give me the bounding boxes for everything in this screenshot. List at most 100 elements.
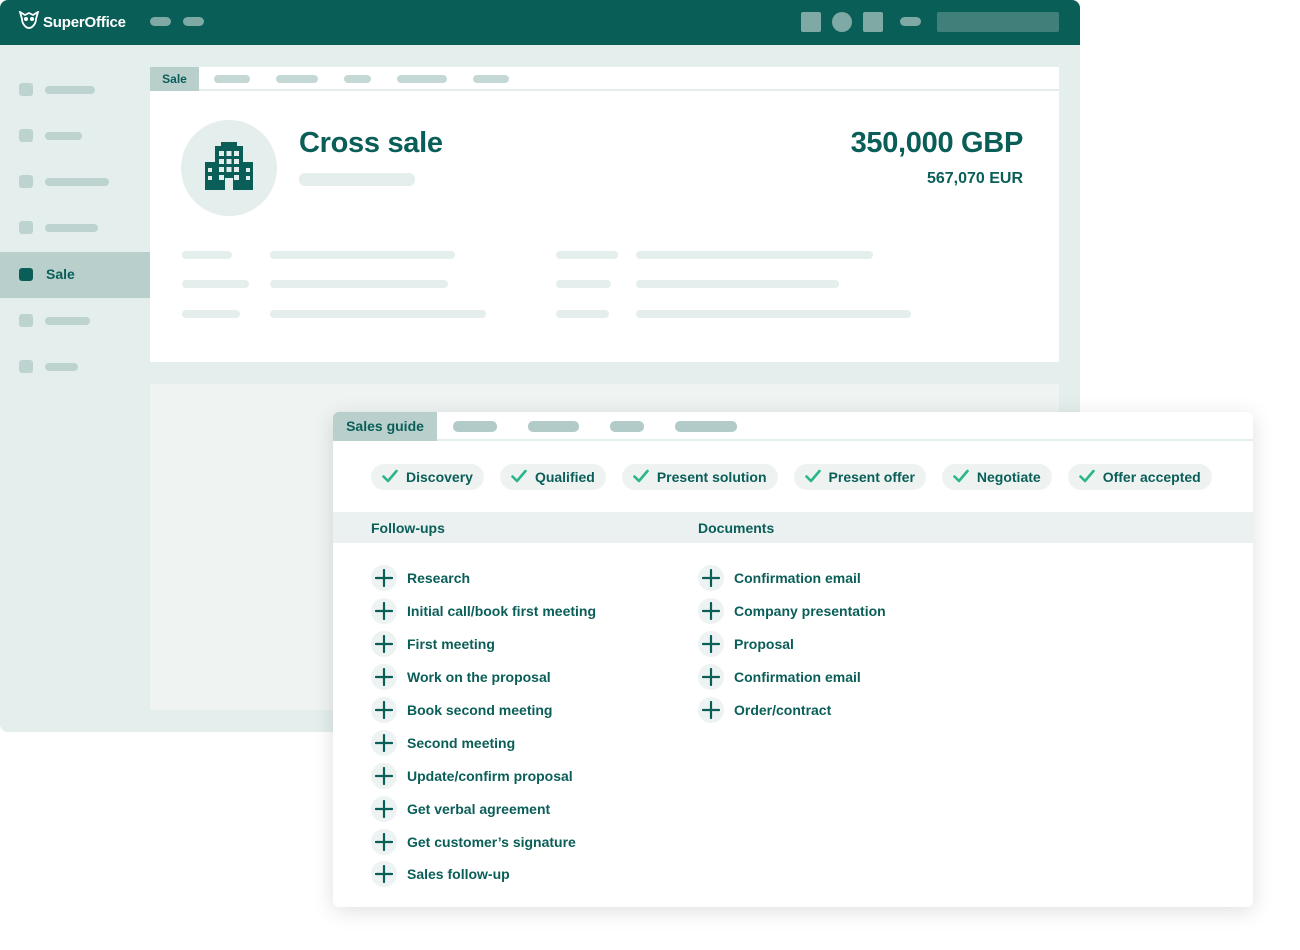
nav-menu-item[interactable] xyxy=(150,17,171,26)
sidebar-item[interactable] xyxy=(0,159,150,205)
tab[interactable] xyxy=(344,75,371,83)
field-label-placeholder xyxy=(556,251,618,259)
toolbar-icon[interactable] xyxy=(863,12,883,32)
stage-chip[interactable]: Negotiate xyxy=(941,464,1052,490)
tab[interactable] xyxy=(610,421,644,432)
add-icon[interactable] xyxy=(371,762,397,789)
followup-item-label: Get customer’s signature xyxy=(407,833,576,850)
add-icon[interactable] xyxy=(698,697,724,723)
add-icon[interactable] xyxy=(371,631,397,658)
followup-item[interactable]: Get customer’s signature xyxy=(371,825,596,858)
add-icon[interactable] xyxy=(371,598,397,625)
sale-tabs: Sale xyxy=(150,67,1059,91)
followup-item-label: Work on the proposal xyxy=(407,669,551,686)
stage-chip[interactable]: Discovery xyxy=(371,464,484,490)
stage-label: Negotiate xyxy=(976,469,1041,485)
add-icon[interactable] xyxy=(698,565,724,592)
document-item-label: Order/contract xyxy=(734,702,832,718)
document-item[interactable]: Confirmation email xyxy=(698,562,886,595)
sidebar-icon xyxy=(19,221,33,234)
add-icon[interactable] xyxy=(371,861,397,888)
field-label-placeholder xyxy=(556,310,609,318)
followup-item[interactable]: Work on the proposal xyxy=(371,661,596,694)
tab[interactable] xyxy=(453,421,497,432)
followup-item[interactable]: Update/confirm proposal xyxy=(371,759,596,792)
sidebar-item-label: Sale xyxy=(46,266,75,282)
sale-card: Sale Cross sale 350,000 GBP 567,070 EUR xyxy=(150,67,1059,362)
tab[interactable] xyxy=(473,75,509,83)
add-icon[interactable] xyxy=(698,598,724,625)
logo-text: SuperOffice xyxy=(43,13,126,31)
search-input[interactable] xyxy=(937,12,1059,32)
building-icon xyxy=(205,142,253,190)
tab[interactable] xyxy=(675,421,737,432)
sidebar-item[interactable] xyxy=(0,344,150,390)
company-avatar xyxy=(181,120,277,216)
field-value-placeholder xyxy=(270,280,448,288)
stage-chip[interactable]: Present offer xyxy=(793,464,926,490)
stage-label: Present solution xyxy=(656,469,767,485)
sidebar-icon xyxy=(19,360,33,373)
followup-item-label: Research xyxy=(407,570,471,587)
nav-menu-item[interactable] xyxy=(183,17,204,26)
add-icon[interactable] xyxy=(371,828,397,855)
sidebar-item-sale[interactable]: Sale xyxy=(0,252,150,298)
followup-item[interactable]: Get verbal agreement xyxy=(371,792,596,825)
document-item[interactable]: Proposal xyxy=(698,628,886,661)
sidebar-item-label xyxy=(45,224,98,232)
toolbar-icon[interactable] xyxy=(900,17,921,26)
add-icon[interactable] xyxy=(371,697,397,723)
toolbar-icon[interactable] xyxy=(832,12,852,32)
stage-chip[interactable]: Qualified xyxy=(499,464,606,490)
field-value-placeholder xyxy=(636,310,911,318)
sidebar-item-label xyxy=(45,86,95,94)
field-label-placeholder xyxy=(556,280,611,288)
tab-sale[interactable]: Sale xyxy=(150,67,199,91)
followup-item[interactable]: Sales follow-up xyxy=(371,858,596,891)
sidebar-item[interactable] xyxy=(0,67,150,113)
followup-item[interactable]: Book second meeting xyxy=(371,694,596,727)
stage-chip[interactable]: Offer accepted xyxy=(1067,464,1212,490)
sidebar-icon xyxy=(19,129,33,142)
sidebar-item-label xyxy=(45,178,109,186)
followup-item[interactable]: Initial call/book first meeting xyxy=(371,595,596,628)
stage-label: Qualified xyxy=(534,469,595,485)
sidebar-item[interactable] xyxy=(0,298,150,344)
followup-item[interactable]: Research xyxy=(371,562,596,595)
toolbar-icon[interactable] xyxy=(801,12,821,32)
logo[interactable]: SuperOffice xyxy=(18,10,126,33)
followups-header: Follow-ups xyxy=(371,520,445,536)
add-icon[interactable] xyxy=(371,729,397,756)
add-icon[interactable] xyxy=(371,795,397,822)
guide-tabs: Sales guide xyxy=(333,412,1253,441)
sidebar-item-label xyxy=(45,132,82,140)
add-icon[interactable] xyxy=(371,664,397,691)
stage-label: Offer accepted xyxy=(1102,469,1201,485)
sale-subtitle-placeholder xyxy=(299,173,415,186)
sales-guide-card: Sales guide Discovery Qualified Present so… xyxy=(333,412,1253,907)
tab[interactable] xyxy=(528,421,579,432)
add-icon[interactable] xyxy=(371,565,397,592)
add-icon[interactable] xyxy=(698,664,724,691)
followup-item-label: Initial call/book first meeting xyxy=(407,603,597,620)
check-icon xyxy=(804,469,829,486)
followup-item-label: Get verbal agreement xyxy=(407,800,551,817)
document-item[interactable]: Confirmation email xyxy=(698,661,886,694)
followup-item[interactable]: Second meeting xyxy=(371,726,596,759)
tab[interactable] xyxy=(214,75,250,83)
followup-item[interactable]: First meeting xyxy=(371,628,596,661)
document-item[interactable]: Company presentation xyxy=(698,595,886,628)
followup-item-label: First meeting xyxy=(407,636,495,653)
check-icon xyxy=(953,469,977,486)
columns-header: Follow-ups Documents xyxy=(333,512,1253,543)
sidebar-item[interactable] xyxy=(0,205,150,251)
tab-sales-guide[interactable]: Sales guide xyxy=(333,412,437,441)
document-item-label: Confirmation email xyxy=(734,570,861,587)
tab[interactable] xyxy=(276,75,318,83)
sidebar-icon xyxy=(19,175,33,188)
add-icon[interactable] xyxy=(698,631,724,658)
stage-chip[interactable]: Present solution xyxy=(621,464,778,490)
document-item[interactable]: Order/contract xyxy=(698,694,886,727)
tab[interactable] xyxy=(397,75,447,83)
sidebar-item[interactable] xyxy=(0,113,150,159)
